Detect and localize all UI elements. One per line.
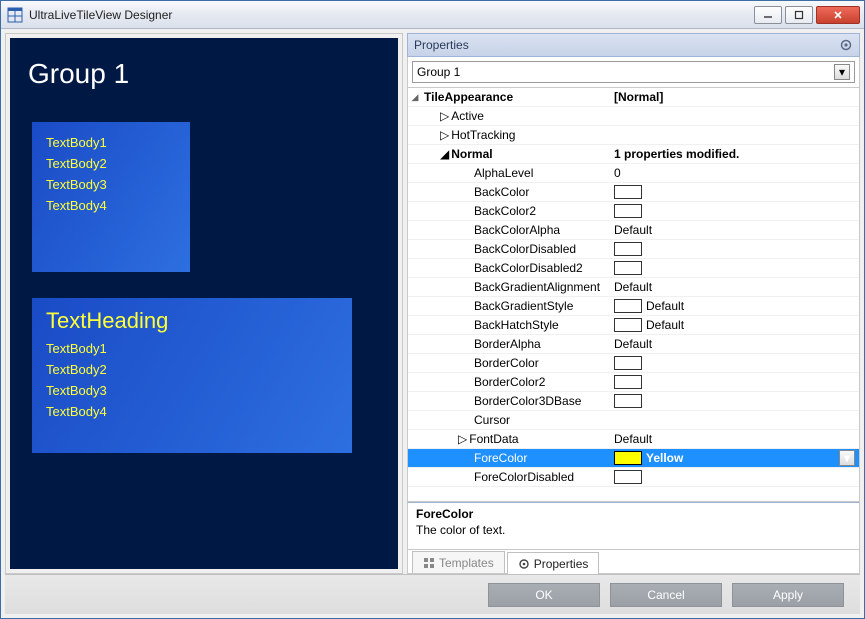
tile-body-4: TextBody4	[46, 195, 176, 216]
titlebar[interactable]: UltraLiveTileView Designer	[1, 1, 864, 29]
prop-cursor[interactable]: Cursor	[408, 411, 859, 430]
expand-icon[interactable]: ◢	[440, 147, 449, 161]
color-swatch[interactable]	[614, 470, 642, 484]
prop-bordercolor2[interactable]: BorderColor2	[408, 373, 859, 392]
color-swatch[interactable]	[614, 185, 642, 199]
tile-body-3: TextBody3	[46, 380, 338, 401]
group-title: Group 1	[28, 58, 376, 90]
cancel-button[interactable]: Cancel	[610, 583, 722, 607]
tile-heading: TextHeading	[46, 308, 338, 334]
bottom-tabs: Templates Properties	[407, 550, 860, 574]
prop-backgradientstyle[interactable]: BackGradientStyleDefault	[408, 297, 859, 316]
templates-icon	[423, 557, 435, 569]
object-selector-value: Group 1	[417, 65, 460, 79]
prop-backcoloralpha[interactable]: BackColorAlphaDefault	[408, 221, 859, 240]
property-description: ForeColor The color of text.	[407, 502, 860, 550]
object-selector-row: Group 1 ▾	[407, 57, 860, 88]
tile-body-1: TextBody1	[46, 338, 338, 359]
prop-backcolordisabled[interactable]: BackColorDisabled	[408, 240, 859, 259]
design-surface-wrap: Group 1 TextBody1 TextBody2 TextBody3 Te…	[5, 33, 403, 574]
prop-normal[interactable]: ◢Normal 1 properties modified.	[408, 145, 859, 164]
dropdown-icon[interactable]: ▾	[839, 450, 855, 466]
maximize-button[interactable]	[785, 6, 813, 24]
designer-window: UltraLiveTileView Designer Group 1 TextB…	[0, 0, 865, 619]
main-row: Group 1 TextBody1 TextBody2 TextBody3 Te…	[5, 33, 860, 574]
window-title: UltraLiveTileView Designer	[29, 8, 754, 22]
prop-active[interactable]: ▷Active	[408, 107, 859, 126]
tile-large[interactable]: TextHeading TextBody1 TextBody2 TextBody…	[32, 298, 352, 453]
color-swatch[interactable]	[614, 318, 642, 332]
close-button[interactable]	[816, 6, 860, 24]
expand-icon[interactable]: ◢	[408, 92, 422, 103]
color-swatch[interactable]	[614, 356, 642, 370]
options-icon[interactable]	[839, 38, 853, 52]
ok-button[interactable]: OK	[488, 583, 600, 607]
gear-icon	[518, 558, 530, 570]
color-swatch[interactable]	[614, 394, 642, 408]
properties-header: Properties	[407, 33, 860, 57]
color-swatch-yellow[interactable]	[614, 451, 642, 465]
tile-body-4: TextBody4	[46, 401, 338, 422]
dialog-footer: OK Cancel Apply	[5, 574, 860, 614]
description-title: ForeColor	[416, 507, 851, 521]
expand-icon[interactable]: ▷	[458, 432, 467, 446]
prop-borderalpha[interactable]: BorderAlphaDefault	[408, 335, 859, 354]
prop-tileappearance[interactable]: ◢ TileAppearance [Normal]	[408, 88, 859, 107]
prop-backcolor[interactable]: BackColor	[408, 183, 859, 202]
tab-templates[interactable]: Templates	[412, 551, 505, 573]
client-area: Group 1 TextBody1 TextBody2 TextBody3 Te…	[1, 29, 864, 618]
prop-bordercolor3dbase[interactable]: BorderColor3DBase	[408, 392, 859, 411]
app-icon	[7, 7, 23, 23]
description-text: The color of text.	[416, 523, 851, 537]
prop-hottracking[interactable]: ▷HotTracking	[408, 126, 859, 145]
minimize-button[interactable]	[754, 6, 782, 24]
prop-fontdata[interactable]: ▷FontDataDefault	[408, 430, 859, 449]
object-selector-dropdown-icon[interactable]: ▾	[834, 64, 850, 80]
design-surface[interactable]: Group 1 TextBody1 TextBody2 TextBody3 Te…	[10, 38, 398, 569]
window-buttons	[754, 6, 860, 24]
prop-forecolordisabled[interactable]: ForeColorDisabled	[408, 468, 859, 487]
prop-backcolordisabled2[interactable]: BackColorDisabled2	[408, 259, 859, 278]
tile-body-3: TextBody3	[46, 174, 176, 195]
color-swatch[interactable]	[614, 375, 642, 389]
color-swatch[interactable]	[614, 204, 642, 218]
tile-body-1: TextBody1	[46, 132, 176, 153]
prop-alphalevel[interactable]: AlphaLevel0	[408, 164, 859, 183]
object-selector[interactable]: Group 1 ▾	[412, 61, 855, 83]
prop-forecolor[interactable]: ForeColor Yellow▾	[408, 449, 859, 468]
properties-column: Properties Group 1 ▾ ◢ TileAppearance	[407, 33, 860, 574]
prop-bordercolor[interactable]: BorderColor	[408, 354, 859, 373]
apply-button[interactable]: Apply	[732, 583, 844, 607]
expand-icon[interactable]: ▷	[440, 128, 449, 142]
color-swatch[interactable]	[614, 299, 642, 313]
expand-icon[interactable]: ▷	[440, 109, 449, 123]
tile-small[interactable]: TextBody1 TextBody2 TextBody3 TextBody4	[32, 122, 190, 272]
tab-properties[interactable]: Properties	[507, 552, 600, 574]
properties-header-label: Properties	[414, 38, 469, 52]
tile-body-2: TextBody2	[46, 359, 338, 380]
property-grid[interactable]: ◢ TileAppearance [Normal] ▷Active ▷HotTr…	[407, 88, 860, 502]
color-swatch[interactable]	[614, 242, 642, 256]
prop-backgradientalignment[interactable]: BackGradientAlignmentDefault	[408, 278, 859, 297]
color-swatch[interactable]	[614, 261, 642, 275]
prop-backcolor2[interactable]: BackColor2	[408, 202, 859, 221]
prop-backhatchstyle[interactable]: BackHatchStyleDefault	[408, 316, 859, 335]
tile-body-2: TextBody2	[46, 153, 176, 174]
